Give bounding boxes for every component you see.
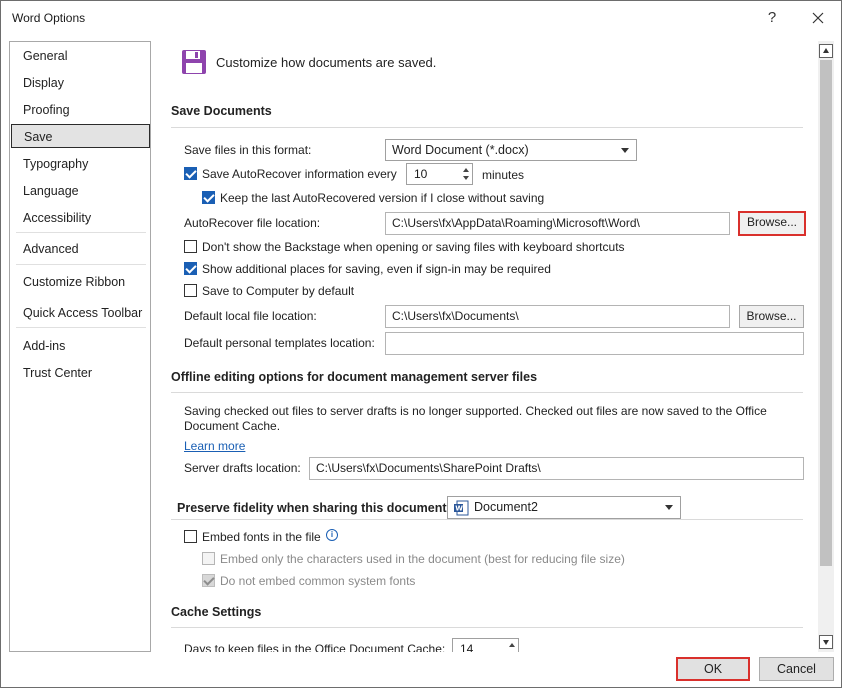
cancel-button[interactable]: Cancel <box>759 657 834 681</box>
templates-field[interactable] <box>385 332 804 355</box>
sidebar-item-add-ins[interactable]: Add-ins <box>10 334 150 358</box>
autorecover-location-label: AutoRecover file location: <box>184 216 321 230</box>
close-icon[interactable] <box>805 5 831 31</box>
sidebar-divider <box>16 232 146 233</box>
autorecover-checkbox[interactable] <box>184 167 197 180</box>
save-options-panel: Customize how documents are saved. Save … <box>161 41 817 652</box>
chevron-down-icon <box>665 505 673 510</box>
section-divider <box>171 627 803 628</box>
cache-days-value: 14 <box>460 642 474 652</box>
page-heading: Customize how documents are saved. <box>216 55 437 70</box>
save-to-computer-checkbox[interactable] <box>184 284 197 297</box>
no-common-fonts-checkbox[interactable] <box>202 574 215 587</box>
options-sidebar: General Display Proofing Save Typography… <box>9 41 151 652</box>
spin-up-icon[interactable] <box>509 643 515 647</box>
section-divider <box>171 519 803 520</box>
sidebar-divider <box>16 327 146 328</box>
format-value: Word Document (*.docx) <box>392 143 529 157</box>
section-title-save-documents: Save Documents <box>171 104 272 118</box>
sidebar-item-proofing[interactable]: Proofing <box>10 98 150 122</box>
content-scrollbar[interactable] <box>818 41 834 652</box>
additional-places-checkbox[interactable] <box>184 262 197 275</box>
dialog-title: Word Options <box>12 11 86 25</box>
autorecover-minutes-value: 10 <box>414 167 428 181</box>
offline-message-line1: Saving checked out files to server draft… <box>184 404 767 418</box>
embed-only-label: Embed only the characters used in the do… <box>220 552 625 566</box>
word-document-icon: W <box>454 500 469 516</box>
scroll-thumb[interactable] <box>820 60 832 566</box>
sidebar-item-typography[interactable]: Typography <box>10 152 150 176</box>
format-dropdown[interactable]: Word Document (*.docx) <box>385 139 637 161</box>
sidebar-item-accessibility[interactable]: Accessibility <box>10 206 150 230</box>
section-title-offline: Offline editing options for document man… <box>171 370 538 384</box>
backstage-label: Don't show the Backstage when opening or… <box>202 240 625 254</box>
default-local-browse-button[interactable]: Browse... <box>739 305 804 328</box>
section-divider <box>171 127 803 128</box>
sidebar-item-language[interactable]: Language <box>10 179 150 203</box>
sidebar-item-customize-ribbon[interactable]: Customize Ribbon <box>10 270 150 294</box>
templates-label: Default personal templates location: <box>184 336 375 350</box>
section-title-cache: Cache Settings <box>171 605 262 619</box>
info-icon[interactable]: i <box>326 529 338 541</box>
sidebar-item-advanced[interactable]: Advanced <box>10 237 150 261</box>
sidebar-item-trust-center[interactable]: Trust Center <box>10 361 150 385</box>
additional-places-label: Show additional places for saving, even … <box>202 262 551 276</box>
svg-text:W: W <box>455 505 463 513</box>
cache-days-label: Days to keep files in the Office Documen… <box>184 642 446 652</box>
scroll-up-icon[interactable] <box>819 44 833 58</box>
sidebar-item-save[interactable]: Save <box>11 124 150 148</box>
sidebar-item-quick-access-toolbar[interactable]: Quick Access Toolbar <box>10 301 150 325</box>
server-drafts-label: Server drafts location: <box>184 461 301 475</box>
minutes-label: minutes <box>482 168 525 182</box>
scroll-down-icon[interactable] <box>819 635 833 649</box>
format-label: Save files in this format: <box>184 143 312 157</box>
word-options-dialog: Word Options ? General Display Proofing … <box>0 0 842 688</box>
offline-message-line2: Document Cache. <box>184 419 281 433</box>
save-icon <box>182 50 206 74</box>
save-to-computer-label: Save to Computer by default <box>202 284 355 298</box>
cache-days-spinner[interactable]: 14 <box>452 638 519 652</box>
section-title-fidelity: Preserve fidelity when sharing this docu… <box>177 501 451 515</box>
default-local-label: Default local file location: <box>184 309 317 323</box>
help-button[interactable]: ? <box>759 5 785 31</box>
default-local-field[interactable]: C:\Users\fx\Documents\ <box>385 305 730 328</box>
autorecover-minutes-spinner[interactable]: 10 <box>406 163 473 185</box>
title-bar: Word Options ? <box>1 1 841 35</box>
spin-down-icon[interactable] <box>463 176 469 180</box>
spin-up-icon[interactable] <box>463 168 469 172</box>
server-drafts-field[interactable]: C:\Users\fx\Documents\SharePoint Drafts\ <box>309 457 804 480</box>
embed-fonts-checkbox[interactable] <box>184 530 197 543</box>
backstage-checkbox[interactable] <box>184 240 197 253</box>
autorecover-location-field[interactable]: C:\Users\fx\AppData\Roaming\Microsoft\Wo… <box>385 212 730 235</box>
sidebar-item-general[interactable]: General <box>10 44 150 68</box>
embed-fonts-label: Embed fonts in the file <box>202 530 321 544</box>
autorecover-browse-button[interactable]: Browse... <box>738 211 806 236</box>
fidelity-document-dropdown[interactable]: W Document2 <box>447 496 681 519</box>
autorecover-label: Save AutoRecover information every <box>202 167 397 181</box>
section-divider <box>171 392 803 393</box>
learn-more-link[interactable]: Learn more <box>184 439 245 453</box>
chevron-down-icon <box>621 148 629 153</box>
fidelity-document-value: Document2 <box>474 500 538 514</box>
sidebar-divider <box>16 264 146 265</box>
embed-only-checkbox[interactable] <box>202 552 215 565</box>
keep-last-label: Keep the last AutoRecovered version if I… <box>220 191 545 205</box>
keep-last-checkbox[interactable] <box>202 191 215 204</box>
no-common-fonts-label: Do not embed common system fonts <box>220 574 416 588</box>
ok-button[interactable]: OK <box>676 657 750 681</box>
sidebar-item-display[interactable]: Display <box>10 71 150 95</box>
